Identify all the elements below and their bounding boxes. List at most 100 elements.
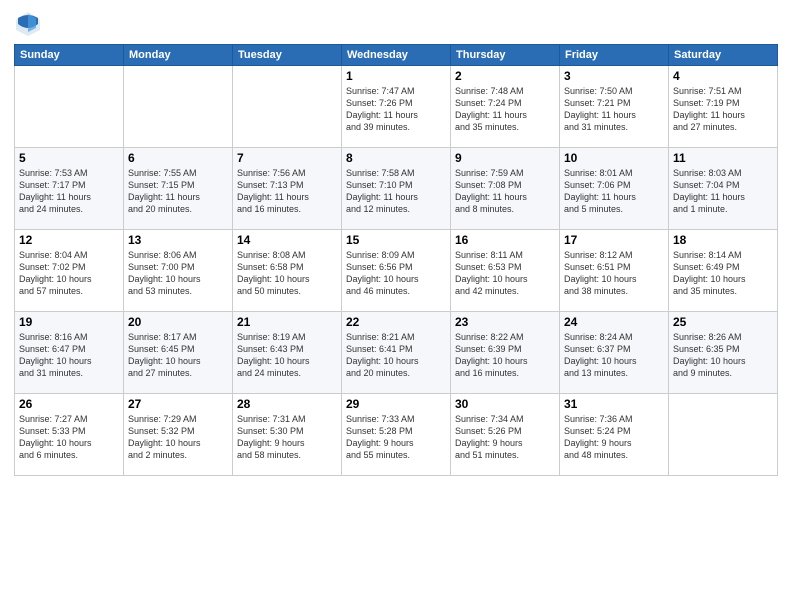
calendar-cell: 20 Sunrise: 8:17 AM Sunset: 6:45 PM Dayli… — [124, 312, 233, 394]
logo-icon — [14, 10, 42, 38]
day-number: 24 — [564, 315, 664, 329]
day-number: 14 — [237, 233, 337, 247]
weekday-header: Wednesday — [342, 45, 451, 66]
day-number: 12 — [19, 233, 119, 247]
calendar-cell: 2 Sunrise: 7:48 AM Sunset: 7:24 PM Daylig… — [451, 66, 560, 148]
day-info: Sunrise: 7:55 AM Sunset: 7:15 PM Dayligh… — [128, 167, 228, 216]
calendar-cell: 23Sunrise: 8:22 AM Sunset: 6:39 PM Dayli… — [451, 312, 560, 394]
day-info: Sunrise: 8:19 AM Sunset: 6:43 PM Dayligh… — [237, 331, 337, 380]
weekday-header: Thursday — [451, 45, 560, 66]
calendar-cell: 17 Sunrise: 8:12 AM Sunset: 6:51 PM Dayli… — [560, 230, 669, 312]
weekday-header: Monday — [124, 45, 233, 66]
calendar-cell: 4Sunrise: 7:51 AM Sunset: 7:19 PM Daylig… — [669, 66, 778, 148]
day-info: Sunrise: 7:36 AM Sunset: 5:24 PM Dayligh… — [564, 413, 664, 462]
day-info: Sunrise: 8:09 AM Sunset: 6:56 PM Dayligh… — [346, 249, 446, 298]
day-info: Sunrise: 8:14 AM Sunset: 6:49 PM Dayligh… — [673, 249, 773, 298]
day-number: 5 — [19, 151, 119, 165]
calendar-cell — [124, 66, 233, 148]
day-number: 18 — [673, 233, 773, 247]
day-number: 16 — [455, 233, 555, 247]
day-info: Sunrise: 8:16 AM Sunset: 6:47 PM Dayligh… — [19, 331, 119, 380]
calendar-cell — [669, 394, 778, 476]
calendar-cell: 15 Sunrise: 8:09 AM Sunset: 6:56 PM Dayli… — [342, 230, 451, 312]
day-number: 3 — [564, 69, 664, 83]
day-number: 15 — [346, 233, 446, 247]
day-number: 29 — [346, 397, 446, 411]
calendar-cell — [233, 66, 342, 148]
day-info: Sunrise: 7:53 AM Sunset: 7:17 PM Dayligh… — [19, 167, 119, 216]
calendar-cell: 8 Sunrise: 7:58 AM Sunset: 7:10 PM Daylig… — [342, 148, 451, 230]
calendar: SundayMondayTuesdayWednesdayThursdayFrid… — [14, 44, 778, 476]
day-info: Sunrise: 8:08 AM Sunset: 6:58 PM Dayligh… — [237, 249, 337, 298]
day-info: Sunrise: 8:26 AM Sunset: 6:35 PM Dayligh… — [673, 331, 773, 380]
day-number: 23 — [455, 315, 555, 329]
day-info: Sunrise: 8:03 AM Sunset: 7:04 PM Dayligh… — [673, 167, 773, 216]
calendar-cell: 6 Sunrise: 7:55 AM Sunset: 7:15 PM Daylig… — [124, 148, 233, 230]
calendar-cell: 30 Sunrise: 7:34 AM Sunset: 5:26 PM Dayli… — [451, 394, 560, 476]
day-number: 10 — [564, 151, 664, 165]
calendar-cell: 31 Sunrise: 7:36 AM Sunset: 5:24 PM Dayli… — [560, 394, 669, 476]
calendar-cell: 12 Sunrise: 8:04 AM Sunset: 7:02 PM Dayli… — [15, 230, 124, 312]
day-number: 19 — [19, 315, 119, 329]
calendar-cell: 3 Sunrise: 7:50 AM Sunset: 7:21 PM Daylig… — [560, 66, 669, 148]
day-number: 27 — [128, 397, 228, 411]
day-number: 25 — [673, 315, 773, 329]
day-number: 7 — [237, 151, 337, 165]
calendar-cell: 1 Sunrise: 7:47 AM Sunset: 7:26 PM Daylig… — [342, 66, 451, 148]
calendar-cell: 14 Sunrise: 8:08 AM Sunset: 6:58 PM Dayli… — [233, 230, 342, 312]
day-info: Sunrise: 7:47 AM Sunset: 7:26 PM Dayligh… — [346, 85, 446, 134]
day-number: 28 — [237, 397, 337, 411]
day-number: 22 — [346, 315, 446, 329]
calendar-cell: 26 Sunrise: 7:27 AM Sunset: 5:33 PM Dayli… — [15, 394, 124, 476]
day-info: Sunrise: 7:34 AM Sunset: 5:26 PM Dayligh… — [455, 413, 555, 462]
weekday-header: Sunday — [15, 45, 124, 66]
calendar-cell: 21 Sunrise: 8:19 AM Sunset: 6:43 PM Dayli… — [233, 312, 342, 394]
calendar-cell: 22 Sunrise: 8:21 AM Sunset: 6:41 PM Dayli… — [342, 312, 451, 394]
calendar-cell: 28Sunrise: 7:31 AM Sunset: 5:30 PM Dayli… — [233, 394, 342, 476]
day-number: 17 — [564, 233, 664, 247]
day-number: 2 — [455, 69, 555, 83]
day-number: 30 — [455, 397, 555, 411]
calendar-cell: 7 Sunrise: 7:56 AM Sunset: 7:13 PM Daylig… — [233, 148, 342, 230]
day-info: Sunrise: 8:04 AM Sunset: 7:02 PM Dayligh… — [19, 249, 119, 298]
day-info: Sunrise: 7:56 AM Sunset: 7:13 PM Dayligh… — [237, 167, 337, 216]
page: SundayMondayTuesdayWednesdayThursdayFrid… — [0, 0, 792, 612]
day-info: Sunrise: 7:58 AM Sunset: 7:10 PM Dayligh… — [346, 167, 446, 216]
calendar-cell: 18 Sunrise: 8:14 AM Sunset: 6:49 PM Dayli… — [669, 230, 778, 312]
day-info: Sunrise: 7:50 AM Sunset: 7:21 PM Dayligh… — [564, 85, 664, 134]
day-info: Sunrise: 7:33 AM Sunset: 5:28 PM Dayligh… — [346, 413, 446, 462]
day-info: Sunrise: 8:12 AM Sunset: 6:51 PM Dayligh… — [564, 249, 664, 298]
header — [14, 10, 778, 38]
calendar-cell: 16 Sunrise: 8:11 AM Sunset: 6:53 PM Dayli… — [451, 230, 560, 312]
day-number: 6 — [128, 151, 228, 165]
day-number: 11 — [673, 151, 773, 165]
day-info: Sunrise: 7:48 AM Sunset: 7:24 PM Dayligh… — [455, 85, 555, 134]
calendar-cell: 24 Sunrise: 8:24 AM Sunset: 6:37 PM Dayli… — [560, 312, 669, 394]
day-number: 31 — [564, 397, 664, 411]
day-info: Sunrise: 8:17 AM Sunset: 6:45 PM Dayligh… — [128, 331, 228, 380]
day-number: 1 — [346, 69, 446, 83]
day-info: Sunrise: 7:27 AM Sunset: 5:33 PM Dayligh… — [19, 413, 119, 462]
calendar-cell — [15, 66, 124, 148]
calendar-cell: 27 Sunrise: 7:29 AM Sunset: 5:32 PM Dayli… — [124, 394, 233, 476]
day-number: 9 — [455, 151, 555, 165]
day-info: Sunrise: 7:29 AM Sunset: 5:32 PM Dayligh… — [128, 413, 228, 462]
day-number: 20 — [128, 315, 228, 329]
day-info: Sunrise: 8:21 AM Sunset: 6:41 PM Dayligh… — [346, 331, 446, 380]
day-info: Sunrise: 7:51 AM Sunset: 7:19 PM Dayligh… — [673, 85, 773, 134]
day-info: Sunrise: 8:11 AM Sunset: 6:53 PM Dayligh… — [455, 249, 555, 298]
calendar-cell: 11 Sunrise: 8:03 AM Sunset: 7:04 PM Dayli… — [669, 148, 778, 230]
calendar-cell: 9 Sunrise: 7:59 AM Sunset: 7:08 PM Daylig… — [451, 148, 560, 230]
day-number: 26 — [19, 397, 119, 411]
day-info: Sunrise: 8:06 AM Sunset: 7:00 PM Dayligh… — [128, 249, 228, 298]
logo — [14, 10, 44, 38]
day-info: Sunrise: 8:24 AM Sunset: 6:37 PM Dayligh… — [564, 331, 664, 380]
calendar-cell: 25 Sunrise: 8:26 AM Sunset: 6:35 PM Dayli… — [669, 312, 778, 394]
day-number: 13 — [128, 233, 228, 247]
day-number: 21 — [237, 315, 337, 329]
day-number: 8 — [346, 151, 446, 165]
day-info: Sunrise: 7:59 AM Sunset: 7:08 PM Dayligh… — [455, 167, 555, 216]
calendar-cell: 13 Sunrise: 8:06 AM Sunset: 7:00 PM Dayli… — [124, 230, 233, 312]
calendar-cell: 10Sunrise: 8:01 AM Sunset: 7:06 PM Dayli… — [560, 148, 669, 230]
weekday-header: Saturday — [669, 45, 778, 66]
